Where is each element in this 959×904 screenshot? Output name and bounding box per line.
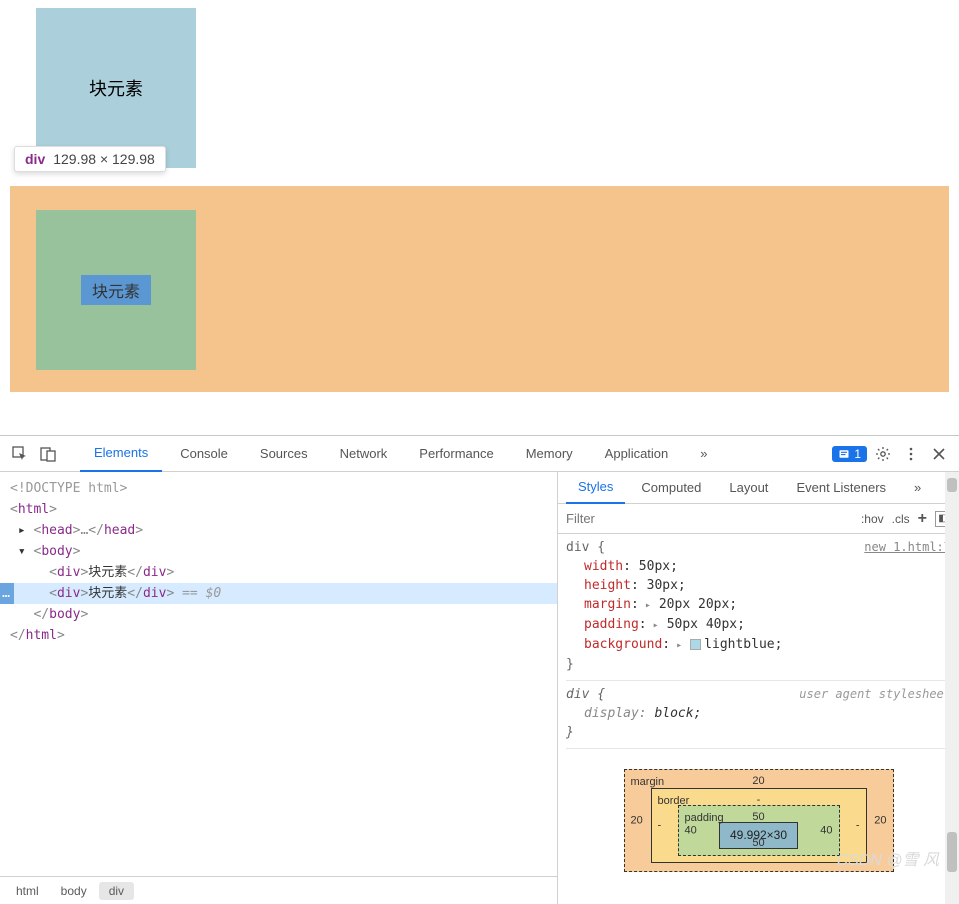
breadcrumb: html body div (0, 876, 557, 904)
rtab-styles[interactable]: Styles (566, 472, 625, 504)
rule1-prop-background: background: ▸ lightblue; (566, 635, 951, 655)
element-size-tooltip: div 129.98 × 129.98 (14, 146, 166, 172)
styles-panel: Styles Computed Layout Event Listeners »… (558, 472, 959, 904)
tab-sources[interactable]: Sources (246, 436, 322, 472)
tab-network[interactable]: Network (326, 436, 402, 472)
bm-padding-top: 50 (752, 808, 764, 827)
bm-margin-left: 20 (631, 811, 643, 830)
dom-body-close[interactable]: </body> (10, 604, 557, 625)
rule1-close: } (566, 655, 951, 674)
bm-padding-bottom: 50 (752, 834, 764, 853)
rtab-computed[interactable]: Computed (629, 472, 713, 504)
dom-doctype[interactable]: <!DOCTYPE html> (10, 478, 557, 499)
devtools-body: <!DOCTYPE html> <html> ▸ <head>…</head> … (0, 472, 959, 904)
page-viewport: 块元素 div 129.98 × 129.98 块元素 (0, 0, 959, 435)
tab-console[interactable]: Console (166, 436, 242, 472)
rule1-prop-height: height: 30px; (566, 576, 951, 595)
crumb-body[interactable]: body (51, 882, 97, 900)
right-scrollbar[interactable] (945, 472, 959, 904)
dom-tree[interactable]: <!DOCTYPE html> <html> ▸ <head>…</head> … (0, 472, 557, 876)
rule2-prop-display: display: block; (566, 704, 951, 723)
color-swatch-icon[interactable] (690, 639, 701, 650)
inspect-icon[interactable] (8, 442, 32, 466)
block-element-1: 块元素 (36, 8, 196, 168)
styles-filter-input[interactable] (558, 504, 853, 533)
tooltip-dimensions: 129.98 × 129.98 (53, 151, 155, 167)
cls-toggle[interactable]: .cls (892, 512, 910, 526)
styles-tab-bar: Styles Computed Layout Event Listeners » (558, 472, 959, 504)
close-icon[interactable] (927, 442, 951, 466)
crumb-html[interactable]: html (6, 882, 49, 900)
box-model-diagram: margin 20 20 20 border - - - padding 50 (624, 769, 894, 872)
dom-div1[interactable]: <div>块元素</div> (10, 562, 557, 583)
issues-badge[interactable]: 1 (832, 446, 867, 462)
hov-toggle[interactable]: :hov (861, 512, 884, 526)
tab-application[interactable]: Application (591, 436, 683, 472)
rtab-layout[interactable]: Layout (717, 472, 780, 504)
box-model-border[interactable]: border - - - padding 50 40 40 50 49.992×… (651, 788, 867, 863)
rule1-source-link[interactable]: new 1.html:7 (864, 538, 951, 557)
bm-border-right: - (856, 816, 860, 835)
rule2-source: user agent stylesheet (799, 685, 951, 704)
rtab-event-listeners[interactable]: Event Listeners (784, 472, 898, 504)
settings-icon[interactable] (871, 442, 895, 466)
bm-border-left: - (658, 816, 662, 835)
devtools-tab-bar: Elements Console Sources Network Perform… (0, 436, 959, 472)
padding-highlight: 块元素 (36, 210, 196, 370)
content-highlight: 块元素 (81, 275, 151, 305)
css-rule-ua[interactable]: user agent stylesheet div { display: blo… (566, 685, 951, 749)
tab-elements[interactable]: Elements (80, 436, 162, 472)
rtabs-overflow[interactable]: » (902, 472, 933, 504)
device-toggle-icon[interactable] (36, 442, 60, 466)
dom-html-open[interactable]: <html> (10, 499, 557, 520)
kebab-menu-icon[interactable] (899, 442, 923, 466)
rule1-prop-padding: padding: ▸ 50px 40px; (566, 615, 951, 635)
styles-filter-row: :hov .cls + ◧ (558, 504, 959, 534)
styles-rules[interactable]: new 1.html:7 div { width: 50px; height: … (558, 534, 959, 904)
box-model-padding[interactable]: padding 50 40 40 50 49.992×30 (678, 805, 840, 856)
rule1-prop-margin: margin: ▸ 20px 20px; (566, 595, 951, 615)
tabs-overflow[interactable]: » (686, 436, 721, 472)
margin-highlight: 块元素 (10, 186, 949, 392)
block1-text: 块元素 (89, 75, 143, 101)
box-model-margin[interactable]: margin 20 20 20 border - - - padding 50 (624, 769, 894, 872)
tab-memory[interactable]: Memory (512, 436, 587, 472)
rule1-prop-width: width: 50px; (566, 557, 951, 576)
tooltip-tagname: div (25, 151, 45, 167)
bm-margin-right: 20 (874, 811, 886, 830)
tab-performance[interactable]: Performance (405, 436, 507, 472)
dom-body-open[interactable]: ▾ <body> (10, 541, 557, 562)
block2-text: 块元素 (92, 278, 140, 302)
css-rule-1[interactable]: new 1.html:7 div { width: 50px; height: … (566, 538, 951, 681)
dom-head[interactable]: ▸ <head>…</head> (10, 520, 557, 541)
dom-div2-selected[interactable]: <div>块元素</div> == $0 (0, 583, 557, 604)
issues-count: 1 (854, 447, 861, 461)
rule2-close: } (566, 723, 951, 742)
devtools-panel: Elements Console Sources Network Perform… (0, 435, 959, 904)
crumb-div[interactable]: div (99, 882, 134, 900)
dom-html-close[interactable]: </html> (10, 625, 557, 646)
elements-panel: <!DOCTYPE html> <html> ▸ <head>…</head> … (0, 472, 558, 904)
bm-padding-left: 40 (685, 821, 697, 840)
new-style-rule-icon[interactable]: + (918, 510, 927, 528)
bm-padding-right: 40 (820, 821, 832, 840)
